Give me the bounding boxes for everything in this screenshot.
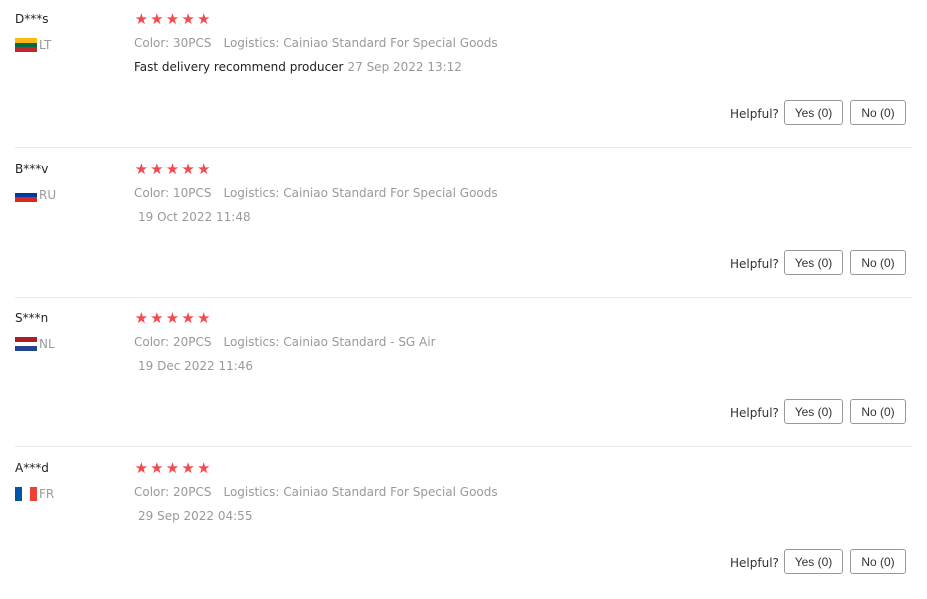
review-feedback: 19 Oct 2022 11:48 <box>134 210 251 224</box>
country-code: RU <box>39 188 57 202</box>
reviewer-name: S***n <box>15 311 49 325</box>
star-icon: ★ <box>150 309 164 327</box>
color-option: Color: 20PCS <box>134 485 212 499</box>
helpful-label: Helpful? <box>730 556 779 570</box>
reviewer-country: RU <box>15 188 56 202</box>
star-icon: ★ <box>181 10 195 28</box>
reviewer-country: FR <box>15 487 54 501</box>
star-rating: ★ ★ ★ ★ ★ <box>134 161 211 177</box>
color-option: Color: 30PCS <box>134 36 212 50</box>
reviewer-country: LT <box>15 38 51 52</box>
review-feedback: Fast delivery recommend producer 27 Sep 2… <box>134 60 462 74</box>
star-icon: ★ <box>134 160 149 178</box>
helpful-label: Helpful? <box>730 257 779 271</box>
star-rating: ★ ★ ★ ★ ★ <box>134 11 211 27</box>
star-icon: ★ <box>150 459 164 477</box>
color-option: Color: 20PCS <box>134 335 212 349</box>
review-text: Fast delivery recommend producer <box>134 60 344 74</box>
review-item: A***d FR ★ ★ ★ ★ ★ Color: 20PCS Logistics… <box>0 449 927 599</box>
review-feedback: 29 Sep 2022 04:55 <box>134 509 252 523</box>
star-icon: ★ <box>196 160 211 178</box>
helpful-no-button[interactable]: No (0) <box>850 399 906 424</box>
reviewer-name: B***v <box>15 162 49 176</box>
country-code: NL <box>39 337 55 351</box>
star-icon: ★ <box>181 459 195 477</box>
star-rating: ★ ★ ★ ★ ★ <box>134 460 211 476</box>
country-code: FR <box>39 487 55 501</box>
reviewer-name: D***s <box>15 12 49 26</box>
helpful-label: Helpful? <box>730 107 779 121</box>
review-feedback: 19 Dec 2022 11:46 <box>134 359 253 373</box>
order-info: Color: 30PCS Logistics: Cainiao Standard … <box>134 36 498 50</box>
helpful-no-button[interactable]: No (0) <box>850 250 906 275</box>
star-icon: ★ <box>165 10 180 28</box>
helpful-yes-button[interactable]: Yes (0) <box>784 250 843 275</box>
star-icon: ★ <box>196 309 211 327</box>
logistics-info: Logistics: Cainiao Standard For Special … <box>223 36 498 50</box>
helpful-yes-button[interactable]: Yes (0) <box>784 399 843 424</box>
helpful-label: Helpful? <box>730 406 779 420</box>
star-icon: ★ <box>150 10 164 28</box>
flag-ru-icon <box>15 188 37 202</box>
star-icon: ★ <box>181 160 195 178</box>
reviewer-country: NL <box>15 337 55 351</box>
review-divider <box>15 297 912 298</box>
star-icon: ★ <box>165 160 180 178</box>
review-divider <box>15 446 912 447</box>
star-icon: ★ <box>165 309 180 327</box>
reviewer-name: A***d <box>15 461 49 475</box>
star-icon: ★ <box>134 459 149 477</box>
flag-fr-icon <box>15 487 37 501</box>
star-rating: ★ ★ ★ ★ ★ <box>134 310 211 326</box>
order-info: Color: 10PCS Logistics: Cainiao Standard … <box>134 186 498 200</box>
star-icon: ★ <box>165 459 180 477</box>
order-info: Color: 20PCS Logistics: Cainiao Standard … <box>134 485 498 499</box>
review-divider <box>15 147 912 148</box>
flag-lt-icon <box>15 38 37 52</box>
logistics-info: Logistics: Cainiao Standard - SG Air <box>223 335 436 349</box>
star-icon: ★ <box>134 10 149 28</box>
review-date: 29 Sep 2022 04:55 <box>138 509 253 523</box>
star-icon: ★ <box>196 10 211 28</box>
review-item: S***n NL ★ ★ ★ ★ ★ Color: 20PCS Logistics… <box>0 299 927 449</box>
review-date: 19 Dec 2022 11:46 <box>138 359 254 373</box>
star-icon: ★ <box>196 459 211 477</box>
star-icon: ★ <box>181 309 195 327</box>
helpful-no-button[interactable]: No (0) <box>850 549 906 574</box>
logistics-info: Logistics: Cainiao Standard For Special … <box>223 186 498 200</box>
order-info: Color: 20PCS Logistics: Cainiao Standard … <box>134 335 436 349</box>
logistics-info: Logistics: Cainiao Standard For Special … <box>223 485 498 499</box>
review-item: D***s LT ★ ★ ★ ★ ★ Color: 30PCS Logistics… <box>0 0 927 150</box>
helpful-no-button[interactable]: No (0) <box>850 100 906 125</box>
flag-nl-icon <box>15 337 37 351</box>
review-date: 27 Sep 2022 13:12 <box>347 60 462 74</box>
star-icon: ★ <box>150 160 164 178</box>
review-date: 19 Oct 2022 11:48 <box>138 210 251 224</box>
country-code: LT <box>39 38 52 52</box>
color-option: Color: 10PCS <box>134 186 212 200</box>
helpful-yes-button[interactable]: Yes (0) <box>784 100 843 125</box>
review-item: B***v RU ★ ★ ★ ★ ★ Color: 10PCS Logistics… <box>0 150 927 300</box>
helpful-yes-button[interactable]: Yes (0) <box>784 549 843 574</box>
star-icon: ★ <box>134 309 149 327</box>
